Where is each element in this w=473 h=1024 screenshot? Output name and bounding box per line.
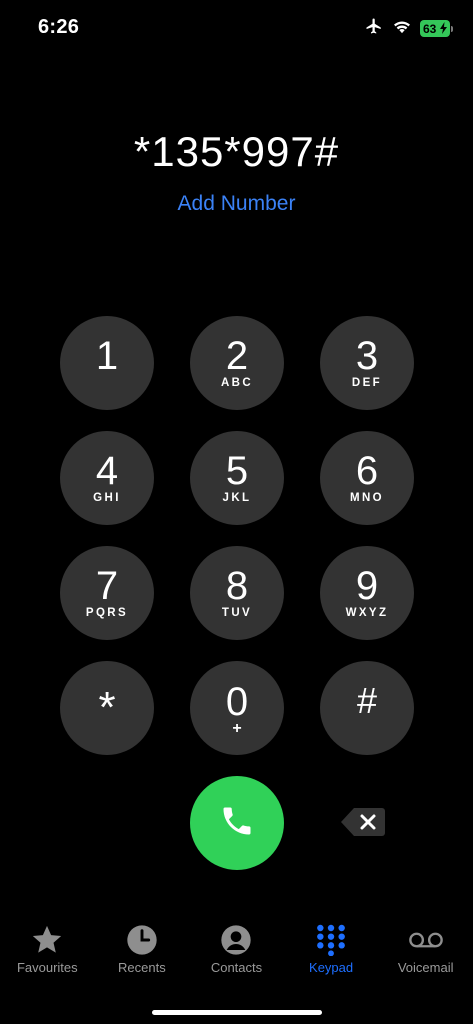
key-digit: 1: [95, 333, 119, 378]
key-3[interactable]: 3 DEF: [320, 316, 414, 410]
key-7[interactable]: 7 PQRS: [60, 546, 154, 640]
key-digit: *: [98, 682, 116, 732]
key-digit: 7: [95, 563, 119, 608]
airplane-icon: [364, 17, 384, 40]
key-6[interactable]: 6 MNO: [320, 431, 414, 525]
key-digit: 9: [355, 563, 379, 608]
tab-favourites[interactable]: Favourites: [0, 922, 95, 992]
tab-bar: Favourites Recents Contacts Keypad Voice…: [0, 922, 473, 992]
key-5[interactable]: 5 JKL: [190, 431, 284, 525]
key-0[interactable]: 0 +: [190, 661, 284, 755]
call-button[interactable]: [190, 776, 284, 870]
person-icon: [218, 922, 254, 958]
key-1[interactable]: 1: [60, 316, 154, 410]
key-hash[interactable]: #: [320, 661, 414, 755]
voicemail-icon: [408, 922, 444, 958]
tab-label: Favourites: [16, 960, 78, 975]
key-letters: JKL: [222, 491, 252, 504]
keypad-icon: [313, 922, 349, 958]
tab-recents[interactable]: Recents: [95, 922, 190, 992]
star-icon: [29, 922, 65, 958]
wifi-icon: [392, 18, 412, 39]
battery-level: 63: [423, 21, 437, 36]
key-letters: ABC: [220, 376, 254, 389]
tab-voicemail[interactable]: Voicemail: [378, 922, 473, 992]
battery-icon: 63: [420, 20, 453, 37]
key-digit: 4: [95, 448, 119, 493]
key-digit: 6: [355, 448, 379, 493]
tab-label: Keypad: [309, 960, 354, 975]
tab-keypad[interactable]: Keypad: [284, 922, 379, 992]
key-digit: #: [356, 679, 378, 721]
tab-label: Voicemail: [397, 960, 454, 975]
key-digit: 3: [355, 333, 379, 378]
key-4[interactable]: 4 GHI: [60, 431, 154, 525]
tab-label: Contacts: [210, 960, 263, 975]
key-digit: 2: [225, 333, 249, 378]
key-letters: +: [232, 720, 242, 737]
key-digit: 5: [225, 448, 249, 493]
key-9[interactable]: 9 WXYZ: [320, 546, 414, 640]
key-letters: DEF: [351, 376, 383, 389]
key-digit: 8: [225, 563, 249, 608]
backspace-icon: [340, 808, 386, 842]
tab-contacts[interactable]: Contacts: [189, 922, 284, 992]
key-8[interactable]: 8 TUV: [190, 546, 284, 640]
status-time: 6:26: [38, 16, 80, 38]
status-bar: 6:26 63: [0, 0, 473, 60]
phone-icon: [219, 803, 255, 844]
keypad: 1 2 ABC 3 DEF 4 GHI 5 JKL 6 MNO 7 PQRS 8…: [60, 316, 414, 755]
dialed-number: *135*997#: [133, 128, 340, 175]
tab-label: Recents: [118, 960, 166, 975]
key-letters: MNO: [349, 491, 385, 504]
key-letters: WXYZ: [345, 606, 389, 619]
add-number-link[interactable]: Add Number: [0, 192, 473, 216]
home-indicator: [152, 1010, 322, 1015]
key-letters: TUV: [221, 606, 253, 619]
clock-icon: [124, 922, 160, 958]
key-digit: 0: [225, 680, 249, 724]
delete-button[interactable]: [340, 806, 386, 838]
key-letters: PQRS: [85, 606, 129, 619]
key-star[interactable]: *: [60, 661, 154, 755]
key-letters: GHI: [93, 491, 121, 504]
key-2[interactable]: 2 ABC: [190, 316, 284, 410]
status-icons: 63: [364, 17, 453, 40]
